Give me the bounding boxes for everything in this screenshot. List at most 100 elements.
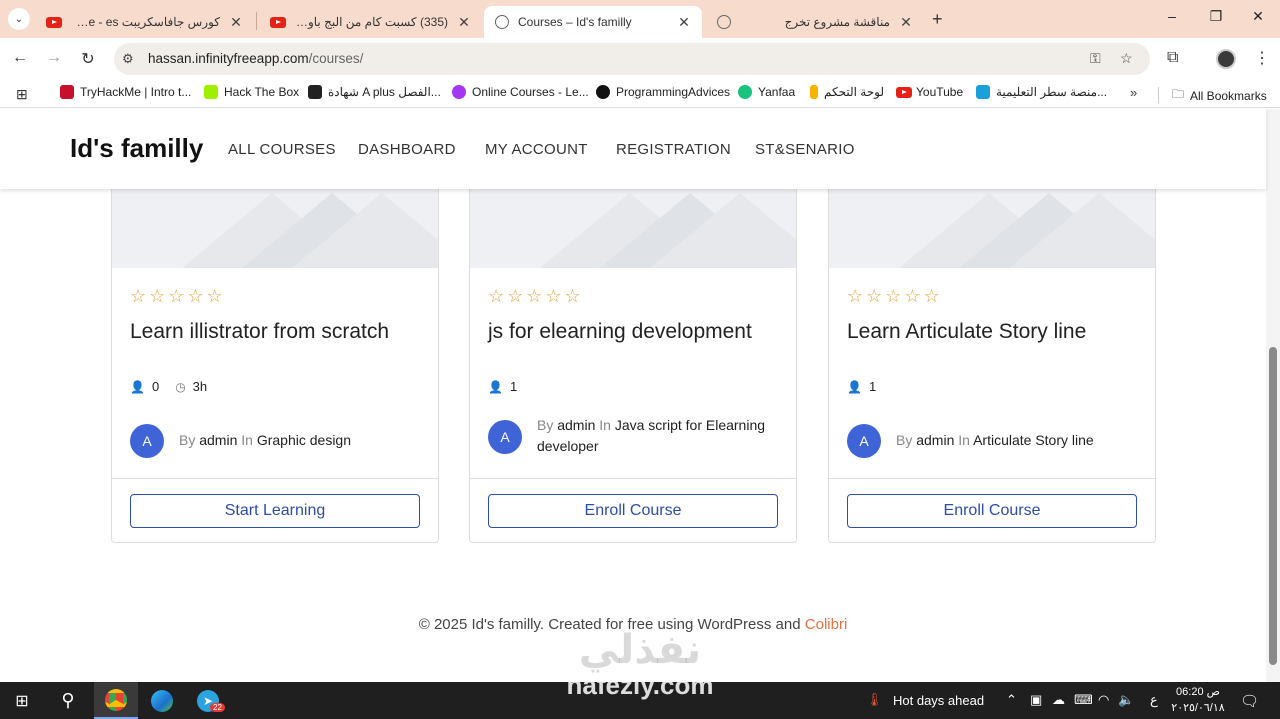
address-bar[interactable]: ⚙ hassan.infinityfreeapp.com/courses/ ⚿ … bbox=[114, 43, 1150, 75]
clock-date[interactable]: ٢٠٢٥/٠٦/١٨ bbox=[1168, 701, 1228, 714]
bookmark-udemy[interactable]: Online Courses - Le... bbox=[452, 85, 589, 99]
bookmarks-overflow-button[interactable]: » bbox=[1130, 85, 1137, 100]
close-icon[interactable]: ✕ bbox=[676, 14, 692, 31]
star-rating: ☆☆☆☆☆ bbox=[847, 286, 943, 306]
close-window-button[interactable]: ✕ bbox=[1248, 8, 1268, 25]
tab-title: (335) كسبت كام من البج باونتي؟ bbox=[294, 15, 448, 29]
enroll-course-button[interactable]: Enroll Course bbox=[488, 494, 778, 528]
course-title[interactable]: Learn illistrator from scratch bbox=[130, 320, 389, 344]
search-button[interactable]: ⚲ bbox=[46, 682, 90, 719]
cloud-icon[interactable]: ☁ bbox=[1052, 692, 1065, 708]
reload-button[interactable]: ↻ bbox=[78, 49, 98, 69]
author-avatar: A bbox=[847, 424, 881, 458]
author-link[interactable]: admin bbox=[916, 432, 954, 448]
tab-graduation-project[interactable]: مناقشة مشروع تخرج ✕ bbox=[706, 6, 924, 38]
page-scrollbar[interactable] bbox=[1266, 109, 1280, 682]
programmingadvices-icon bbox=[596, 85, 610, 99]
bookmark-satr[interactable]: منصة سطر التعليمية... bbox=[976, 85, 1107, 99]
extensions-puzzle-icon[interactable]: ⧉ bbox=[1167, 49, 1178, 67]
author-link[interactable]: admin bbox=[557, 417, 595, 433]
site-logo[interactable]: Id's familly bbox=[70, 133, 203, 164]
thermometer-icon[interactable]: 🌡 bbox=[866, 692, 883, 708]
language-indicator[interactable]: ع bbox=[1150, 692, 1158, 708]
start-button[interactable]: ⊞ bbox=[0, 682, 44, 719]
category-link[interactable]: Graphic design bbox=[257, 432, 351, 448]
keyboard-icon[interactable]: ⌨ bbox=[1074, 692, 1093, 708]
bookmark-hackthebox[interactable]: Hack The Box bbox=[204, 85, 299, 99]
clock-time[interactable]: 06:20 ص bbox=[1168, 685, 1228, 698]
bookmark-aplus[interactable]: شهادة A plus الفصل... bbox=[308, 85, 441, 99]
close-icon[interactable]: ✕ bbox=[228, 14, 244, 31]
web-page: Id's familly ALL COURSES DASHBOARD MY AC… bbox=[0, 109, 1280, 682]
course-card: ☆☆☆☆☆ Learn illistrator from scratch 👤 0… bbox=[111, 149, 439, 543]
by-label: By bbox=[537, 417, 554, 433]
forward-button[interactable]: → bbox=[44, 49, 64, 67]
course-title[interactable]: Learn Articulate Story line bbox=[847, 320, 1086, 344]
tab-search-button[interactable]: ⌄ bbox=[8, 8, 30, 30]
profile-avatar[interactable] bbox=[1216, 49, 1236, 69]
author-avatar: A bbox=[488, 420, 522, 454]
bookmark-label: شهادة A plus الفصل... bbox=[328, 85, 441, 99]
clock-icon: ◷ bbox=[175, 379, 186, 394]
card-divider bbox=[470, 478, 796, 479]
course-stats: 👤 1 bbox=[847, 379, 876, 394]
nav-registration[interactable]: REGISTRATION bbox=[616, 141, 731, 158]
wifi-icon[interactable]: ◠ bbox=[1098, 692, 1109, 708]
site-info-icon[interactable]: ⚙ bbox=[122, 51, 134, 67]
teams-icon[interactable]: ▣ bbox=[1030, 692, 1042, 708]
author-link[interactable]: admin bbox=[199, 432, 237, 448]
all-bookmarks-button[interactable]: 🗀 All Bookmarks bbox=[1172, 85, 1267, 106]
new-tab-button[interactable]: + bbox=[932, 9, 943, 30]
footer-colibri-link[interactable]: Colibri bbox=[805, 616, 848, 633]
close-icon[interactable]: ✕ bbox=[456, 14, 472, 31]
notifications-icon[interactable]: 🗨 bbox=[1240, 692, 1259, 710]
bookmark-tryhackme[interactable]: TryHackMe | Intro t... bbox=[60, 85, 191, 99]
bookmark-programmingadvices[interactable]: ProgrammingAdvices bbox=[596, 85, 730, 99]
back-button[interactable]: ← bbox=[10, 49, 30, 67]
course-title[interactable]: js for elearning development bbox=[488, 320, 752, 344]
more-menu-icon[interactable]: ⋮ bbox=[1254, 48, 1270, 68]
close-icon[interactable]: ✕ bbox=[898, 14, 914, 31]
nav-dashboard[interactable]: DASHBOARD bbox=[358, 141, 456, 158]
tab-youtube-bug-bounty[interactable]: (335) كسبت كام من البج باونتي؟ ✕ bbox=[260, 6, 482, 38]
weather-widget[interactable]: Hot days ahead bbox=[893, 693, 984, 708]
nav-my-account[interactable]: MY ACCOUNT bbox=[485, 141, 588, 158]
youtube-icon bbox=[46, 14, 62, 30]
taskbar-chrome[interactable] bbox=[94, 682, 138, 719]
enroll-course-button[interactable]: Enroll Course bbox=[847, 494, 1137, 528]
volume-icon[interactable]: 🔈 bbox=[1118, 692, 1134, 708]
nav-all-courses[interactable]: ALL COURSES bbox=[228, 141, 336, 158]
course-meta: By admin In Articulate Story line bbox=[896, 430, 1136, 451]
in-label: In bbox=[241, 432, 253, 448]
bookmark-yanfaa[interactable]: Yanfaa bbox=[738, 85, 795, 99]
bookmark-label: Yanfaa bbox=[758, 85, 796, 99]
windows-logo-icon: ⊞ bbox=[15, 692, 29, 710]
arrow-right-icon: → bbox=[46, 49, 62, 66]
taskbar-telegram[interactable]: ➤ 22 bbox=[186, 682, 230, 719]
tab-title: مناقشة مشروع تخرج bbox=[784, 15, 890, 29]
scrollbar-thumb[interactable] bbox=[1269, 347, 1277, 665]
tab-courses-active[interactable]: Courses – Id's familly ✕ bbox=[484, 6, 702, 38]
url-text[interactable]: hassan.infinityfreeapp.com/courses/ bbox=[148, 51, 363, 66]
start-learning-button[interactable]: Start Learning bbox=[130, 494, 420, 528]
students-icon: 👤 bbox=[488, 379, 503, 394]
card-divider bbox=[112, 478, 438, 479]
category-link[interactable]: Articulate Story line bbox=[973, 432, 1094, 448]
bookmark-youtube[interactable]: YouTube bbox=[896, 85, 963, 99]
taskbar-edge[interactable] bbox=[140, 682, 184, 719]
restore-button[interactable]: ❐ bbox=[1206, 8, 1226, 25]
password-key-icon[interactable]: ⚿ bbox=[1090, 50, 1101, 67]
bookmark-control-panel[interactable]: لوحة التحكم bbox=[810, 85, 884, 99]
by-label: By bbox=[896, 432, 913, 448]
students-count: 0 bbox=[151, 379, 160, 394]
apps-grid-icon[interactable]: ⊞ bbox=[16, 86, 28, 103]
students-icon: 👤 bbox=[847, 379, 862, 394]
minimize-button[interactable]: – bbox=[1162, 8, 1182, 24]
course-card: ☆☆☆☆☆ Learn Articulate Story line 👤 1 A … bbox=[828, 149, 1156, 543]
nav-st-senario[interactable]: ST&SENARIO bbox=[755, 141, 855, 158]
bookmark-label: TryHackMe | Intro t... bbox=[80, 85, 192, 99]
chevron-up-icon[interactable]: ⌃ bbox=[1006, 692, 1017, 708]
hackthebox-icon bbox=[204, 85, 218, 99]
tab-youtube-js-course[interactable]: كورس جافاسكريبت YouTube - es ✕ bbox=[36, 6, 254, 38]
bookmark-star-icon[interactable]: ☆ bbox=[1120, 50, 1133, 67]
